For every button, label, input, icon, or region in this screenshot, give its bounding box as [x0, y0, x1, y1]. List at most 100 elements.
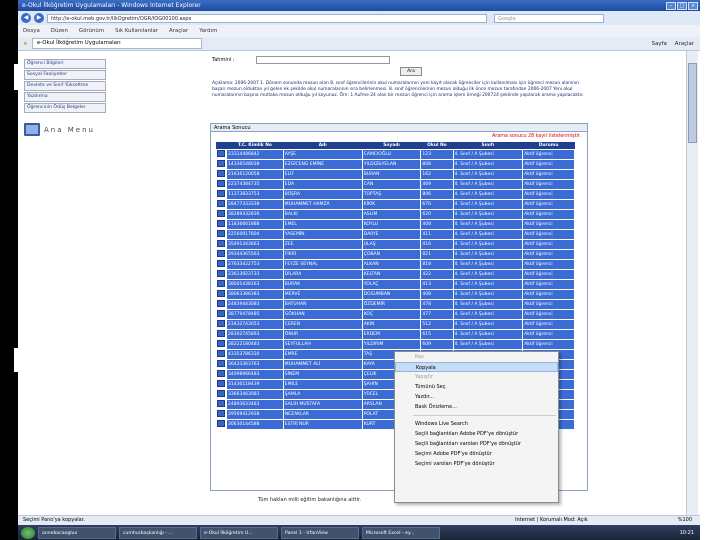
- taskbar-item[interactable]: annebacaogluo: [38, 526, 116, 539]
- table-row[interactable]: 38063386383 MERVE DOSUMBAN 408 4. Sınıf / A …: [215, 288, 575, 300]
- table-row[interactable]: 38779478485 GÖKHAN KOÇ 477 4. Sınıf / A Şube…: [215, 308, 575, 320]
- edit-icon[interactable]: [217, 289, 225, 297]
- edit-icon[interactable]: [217, 319, 225, 327]
- menu-file[interactable]: Dosya: [23, 28, 40, 34]
- table-row[interactable]: 28302745893 ÖNUR ERDEM 615 4. Sınıf / A Şube…: [215, 328, 575, 340]
- edit-icon[interactable]: [217, 199, 225, 207]
- url-field[interactable]: http://e-okul.meb.gov.tr/IlkOgretim/OGR/…: [47, 13, 487, 23]
- taskbar-item[interactable]: e-Okul İlköğretim U...: [200, 526, 278, 539]
- menu-print[interactable]: Yazdır...: [395, 392, 558, 402]
- sidebar-item-promotion[interactable]: Devlete ve Sınıf Yükseltme: [24, 81, 106, 91]
- scroll-thumb[interactable]: [688, 63, 697, 143]
- table-row[interactable]: 35491343663 ZEE ULAŞ 416 4. Sınıf / A Şubesi…: [215, 238, 575, 250]
- edit-icon[interactable]: [217, 389, 225, 397]
- table-row[interactable]: 23432743053 CEREN AKIN 512 4. Sınıf / A Şube…: [215, 318, 575, 330]
- tab-current[interactable]: e-Okul İlköğretim Uygulamaları: [31, 38, 202, 49]
- table-row[interactable]: 24839443083 BATUHAN ÖZDEMİR 478 4. Sınıf / A…: [215, 298, 575, 310]
- table-row[interactable]: 27633422753 FEYZE SEYNAL ALKAN 818 4. Sınıf …: [215, 258, 575, 270]
- table-row[interactable]: 22374384735 EDA CAN 469 4. Sınıf / A Şubesi A…: [215, 178, 575, 190]
- table-row[interactable]: 38289332836 BALKI ASLIM 620 4. Sınıf / A Şub…: [215, 208, 575, 220]
- edit-icon[interactable]: [217, 359, 225, 367]
- table-row[interactable]: 11836661888 EMEL KOYLU 408 4. Sınıf / A Şube…: [215, 218, 575, 230]
- menu-pdf-links-existing[interactable]: Seçili bağlantıları varolan PDF'ye dönüş…: [395, 439, 558, 449]
- edit-icon[interactable]: [217, 219, 225, 227]
- table-row[interactable]: 23314486842 AYŞE CAMCIOĞLU 123 4. Sınıf / A …: [215, 148, 575, 160]
- edit-icon[interactable]: [217, 409, 225, 417]
- forward-icon[interactable]: ▶: [34, 13, 44, 23]
- menu-copy[interactable]: Kopyala: [395, 362, 558, 372]
- menu-view[interactable]: Görünüm: [79, 28, 104, 34]
- table-row[interactable]: 21636120058 ELİF BURAN 162 4. Sınıf / A Şube…: [215, 168, 575, 180]
- cell-ad: FİKRİ: [282, 248, 363, 260]
- menu-paste[interactable]: Yapıştır: [395, 372, 558, 382]
- edit-icon[interactable]: [217, 369, 225, 377]
- cell-no: 512: [420, 318, 454, 330]
- edit-icon[interactable]: [217, 349, 225, 357]
- main-menu-link[interactable]: Ana Menu: [24, 123, 106, 136]
- edit-icon[interactable]: [217, 169, 225, 177]
- menu-edit[interactable]: Düzen: [51, 28, 68, 34]
- page-menu[interactable]: Sayfa: [652, 41, 667, 47]
- edit-icon[interactable]: [217, 249, 225, 257]
- table-row[interactable]: 23613923733 DİLARA KELTAN 422 4. Sınıf / A Ş…: [215, 268, 575, 280]
- table-row[interactable]: 28477333338 MUHAMMET HAMZA KİKİK 670 4. Sını…: [215, 198, 575, 210]
- menu-tools[interactable]: Araçlar: [169, 28, 188, 34]
- edit-icon[interactable]: [217, 159, 225, 167]
- edit-icon[interactable]: [217, 379, 225, 387]
- minimize-button[interactable]: –: [666, 1, 676, 10]
- tools-menu[interactable]: Araçlar: [675, 41, 694, 47]
- menu-print-preview[interactable]: Bask Önizleme...: [395, 402, 558, 412]
- edit-icon[interactable]: [217, 329, 225, 337]
- vertical-scrollbar[interactable]: [686, 51, 698, 515]
- start-button[interactable]: [21, 526, 35, 539]
- star-icon[interactable]: ★: [23, 41, 28, 47]
- edit-icon[interactable]: [217, 269, 225, 277]
- search-button[interactable]: Ara: [400, 67, 422, 76]
- edit-icon[interactable]: [217, 279, 225, 287]
- table-row[interactable]: 38001438163 BURAK YOLAÇ 413 4. Sınıf / A Şub…: [215, 278, 575, 290]
- menu-cut[interactable]: Kes: [395, 352, 558, 362]
- menu-select-all[interactable]: Tümünü Seç: [395, 382, 558, 392]
- edit-icon[interactable]: [217, 149, 225, 157]
- taskbar-item[interactable]: cumhurbaşkanlığı - ...: [119, 526, 197, 539]
- table-row[interactable]: 14336548038 EZGİCENG EMİNE YILDIZ&YELAN 808…: [215, 158, 575, 170]
- sidebar-item-print[interactable]: Yazdırma: [24, 92, 106, 102]
- close-button[interactable]: ×: [688, 1, 698, 10]
- menu-live-search[interactable]: Windows Live Search: [395, 419, 558, 429]
- table-row[interactable]: 29344365563 FİKRİ ÇOBAN 821 4. Sınıf / A Şub…: [215, 248, 575, 260]
- table-row[interactable]: 38222180483 SEYFULLAH YILDIRIM 609 4. Sınıf …: [215, 338, 575, 350]
- table-row[interactable]: 11373833753 BÜŞRA TOPTAŞ 806 4. Sınıf / A Şu…: [215, 188, 575, 200]
- edit-icon[interactable]: [217, 239, 225, 247]
- menu-favorites[interactable]: Sık Kullanılanlar: [115, 28, 158, 34]
- maximize-button[interactable]: □: [677, 1, 687, 10]
- edit-icon[interactable]: [217, 179, 225, 187]
- sidebar-item-social[interactable]: Sosyal Faaliyetler: [24, 70, 106, 80]
- col-tc: T.C. Kimlik No: [226, 142, 284, 149]
- edit-icon[interactable]: [217, 259, 225, 267]
- taskbar-item[interactable]: Panel 1 - IrfanView: [281, 526, 359, 539]
- menu-help[interactable]: Yardım: [199, 28, 217, 34]
- edit-icon[interactable]: [217, 399, 225, 407]
- back-icon[interactable]: ◀: [21, 13, 31, 23]
- table-row[interactable]: 22560917604 YASEMİN DARYE 411 4. Sınıf / A Ş…: [215, 228, 575, 240]
- menu-pdf-selection-existing[interactable]: Seçimi varolan PDF'ye dönüştür: [395, 459, 558, 469]
- edit-icon[interactable]: [217, 189, 225, 197]
- edit-icon[interactable]: [217, 309, 225, 317]
- sidebar-item-documents[interactable]: Öğrencinin Ödüş Belgeler: [24, 103, 106, 113]
- edit-icon[interactable]: [217, 299, 225, 307]
- edit-icon[interactable]: [217, 419, 225, 427]
- edit-icon[interactable]: [217, 209, 225, 217]
- edit-icon[interactable]: [217, 339, 225, 347]
- search-input[interactable]: Google: [494, 13, 604, 23]
- sidebar-item-student-info[interactable]: Öğrenci Bilgileri: [24, 59, 106, 69]
- cell-soyad: ALKAN: [361, 258, 422, 270]
- taskbar-item[interactable]: Microsoft Excel - ey...: [362, 526, 440, 539]
- edit-icon[interactable]: [217, 229, 225, 237]
- menu-pdf-links[interactable]: Seçili bağlantıları Adobe PDF'ye dönüştü…: [395, 429, 558, 439]
- criteria-select[interactable]: [256, 56, 390, 64]
- status-bar: Seçimi Pano'ya kopyalar. Internet | Koru…: [18, 515, 700, 525]
- results-count: Arama sonucu 28 kayıt listelenmiştir.: [492, 134, 581, 139]
- menu-pdf-selection[interactable]: Seçimi Adobe PDF'ye dönüştür: [395, 449, 558, 459]
- zoom-level[interactable]: %100: [678, 516, 692, 525]
- cell-soyad: CAMCIOĞLU: [361, 148, 422, 160]
